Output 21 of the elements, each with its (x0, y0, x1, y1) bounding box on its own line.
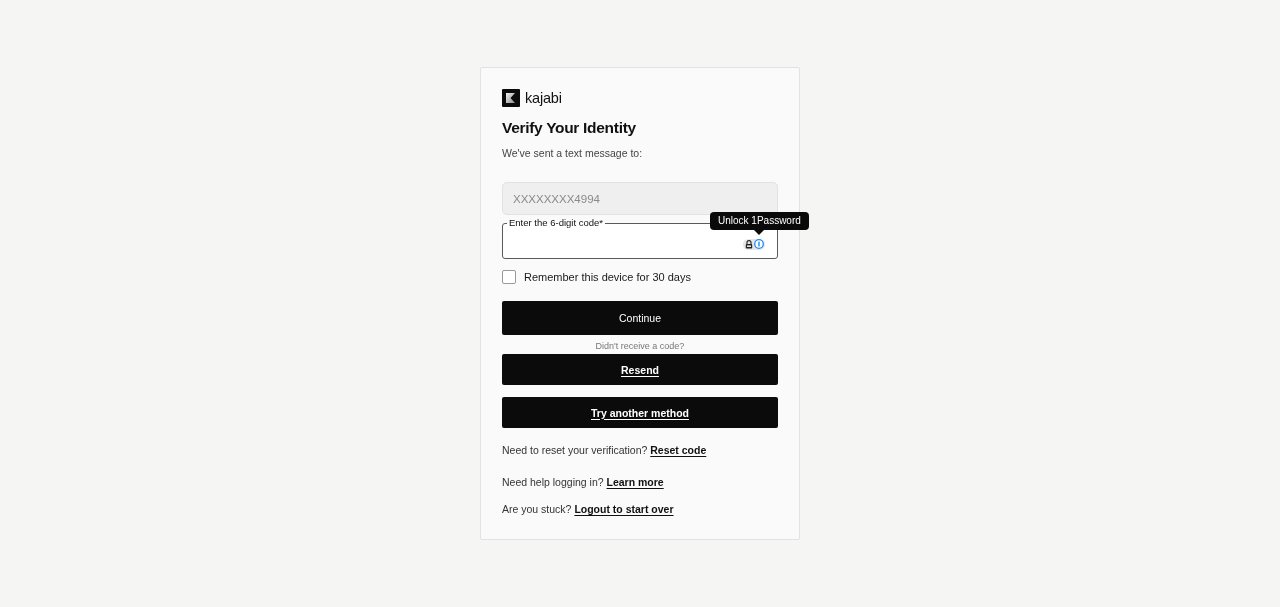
help-text: Need to reset your verification? Reset code (502, 443, 708, 457)
logo-icon (502, 89, 520, 107)
lock-icon (745, 239, 753, 249)
help-link[interactable]: Logout to start over (574, 503, 674, 515)
help-text: Need help logging in? Learn more (502, 475, 665, 489)
checkbox-label[interactable]: Remember this device for 30 days (524, 270, 691, 284)
subtitle: We've sent a text message to: (502, 146, 644, 160)
field-label: Enter the 6-digit code* (508, 217, 604, 229)
brand-name: kajabi (525, 89, 562, 107)
help-link[interactable]: Learn more (606, 476, 664, 488)
tooltip: Unlock 1Password (710, 212, 809, 235)
checkbox[interactable] (502, 270, 516, 284)
circle-bar-icon (754, 239, 764, 249)
help-text: Are you stuck? Logout to start over (502, 502, 675, 516)
autofill-pill[interactable] (743, 238, 765, 250)
alt-button[interactable]: Resend (502, 354, 778, 385)
continue-button[interactable]: Continue (502, 301, 778, 335)
alt-button[interactable]: Try another method (502, 397, 778, 428)
resend-prompt: Didn't receive a code? (594, 341, 686, 352)
help-link[interactable]: Reset code (650, 444, 707, 456)
page-title: Verify Your Identity (502, 118, 637, 138)
